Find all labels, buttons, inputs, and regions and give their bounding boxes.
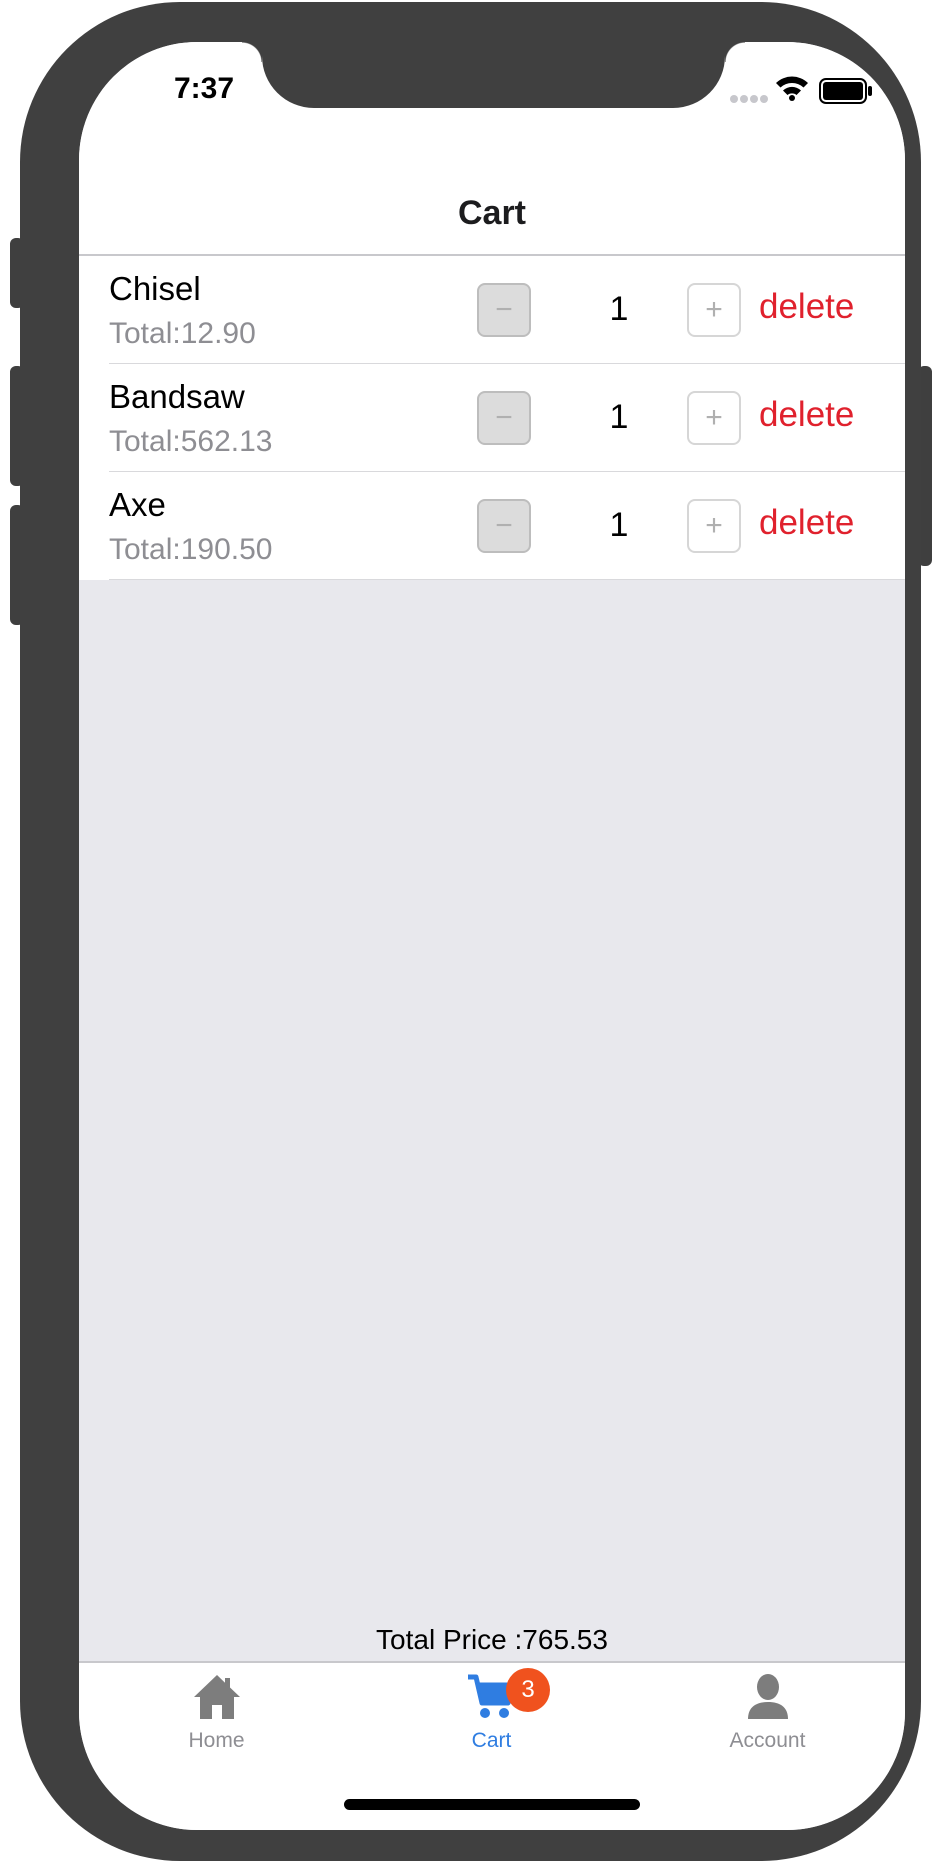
cart-item-row: Bandsaw Total:562.13 − 1 + delete [79,364,905,472]
person-icon [747,1674,788,1719]
delete-button[interactable]: delete [759,395,854,435]
cart-list: Chisel Total:12.90 − 1 + delete Bandsaw … [79,256,905,580]
tab-label: Home [188,1729,245,1752]
item-total: Total:562.13 [109,425,273,458]
item-name: Axe [109,486,166,523]
tab-label: Cart [471,1729,512,1752]
row-divider [109,579,905,580]
item-total: Total:12.90 [109,317,256,350]
phone-screen: 7:37 Cart Chisel Total:12.90 − 1 + delet… [79,42,905,1830]
quantity-value: 1 [609,290,629,328]
nav-bar: Cart [79,142,905,256]
decrease-quantity-button[interactable]: − [477,391,531,445]
item-name: Bandsaw [109,378,245,415]
notch [242,42,745,108]
cart-item-row: Axe Total:190.50 − 1 + delete [79,472,905,580]
delete-button[interactable]: delete [759,503,854,543]
home-icon [193,1675,240,1719]
quantity-value: 1 [609,398,629,436]
status-time: 7:37 [173,72,235,105]
battery-icon [819,78,872,104]
tab-label: Account [729,1729,806,1752]
phone-frame: 7:37 Cart Chisel Total:12.90 − 1 + delet… [20,2,921,1861]
total-price: Total Price :765.53 [376,1624,608,1655]
decrease-quantity-button[interactable]: − [477,499,531,553]
decrease-quantity-button[interactable]: − [477,283,531,337]
tab-cart[interactable]: 3 Cart [354,1663,629,1763]
increase-quantity-button[interactable]: + [687,283,741,337]
cart-badge: 3 [506,1668,550,1712]
home-indicator [344,1799,640,1810]
tab-home[interactable]: Home [79,1663,354,1763]
item-name: Chisel [109,270,201,307]
delete-button[interactable]: delete [759,287,854,327]
increase-quantity-button[interactable]: + [687,391,741,445]
quantity-value: 1 [609,506,629,544]
increase-quantity-button[interactable]: + [687,499,741,553]
signal-icon [730,95,768,103]
cart-item-row: Chisel Total:12.90 − 1 + delete [79,256,905,364]
tab-account[interactable]: Account [630,1663,905,1763]
page-title: Cart [457,194,527,232]
wifi-icon [776,76,808,101]
item-total: Total:190.50 [109,533,273,566]
